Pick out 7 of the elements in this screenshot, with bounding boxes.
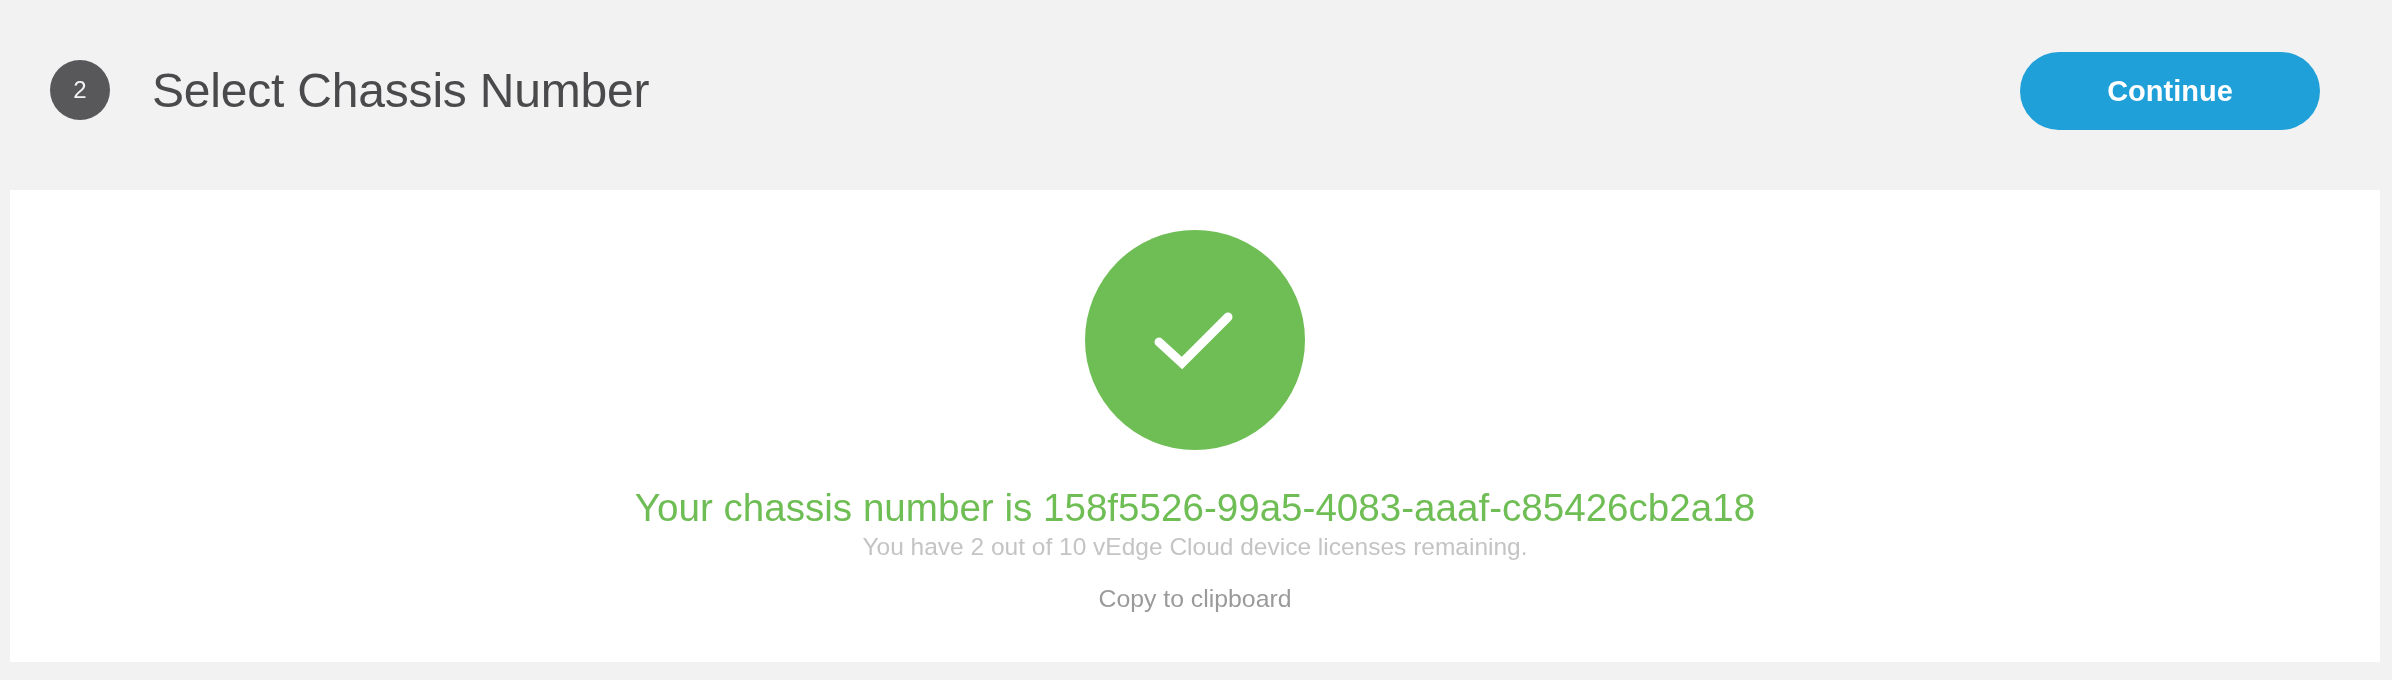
page-title: Select Chassis Number [152, 62, 650, 118]
check-icon [1085, 230, 1305, 450]
copy-to-clipboard-link[interactable]: Copy to clipboard [1098, 585, 1292, 613]
chassis-number-message: Your chassis number is 158f5526-99a5-4083-aaaf-c85426cb2a18 [634, 486, 1756, 530]
licenses-remaining-text: You have 2 out of 10 vEdge Cloud device licenses remaining. [862, 533, 1528, 561]
step-number: 2 [50, 60, 110, 120]
continue-button[interactable]: Continue [2020, 52, 2320, 130]
